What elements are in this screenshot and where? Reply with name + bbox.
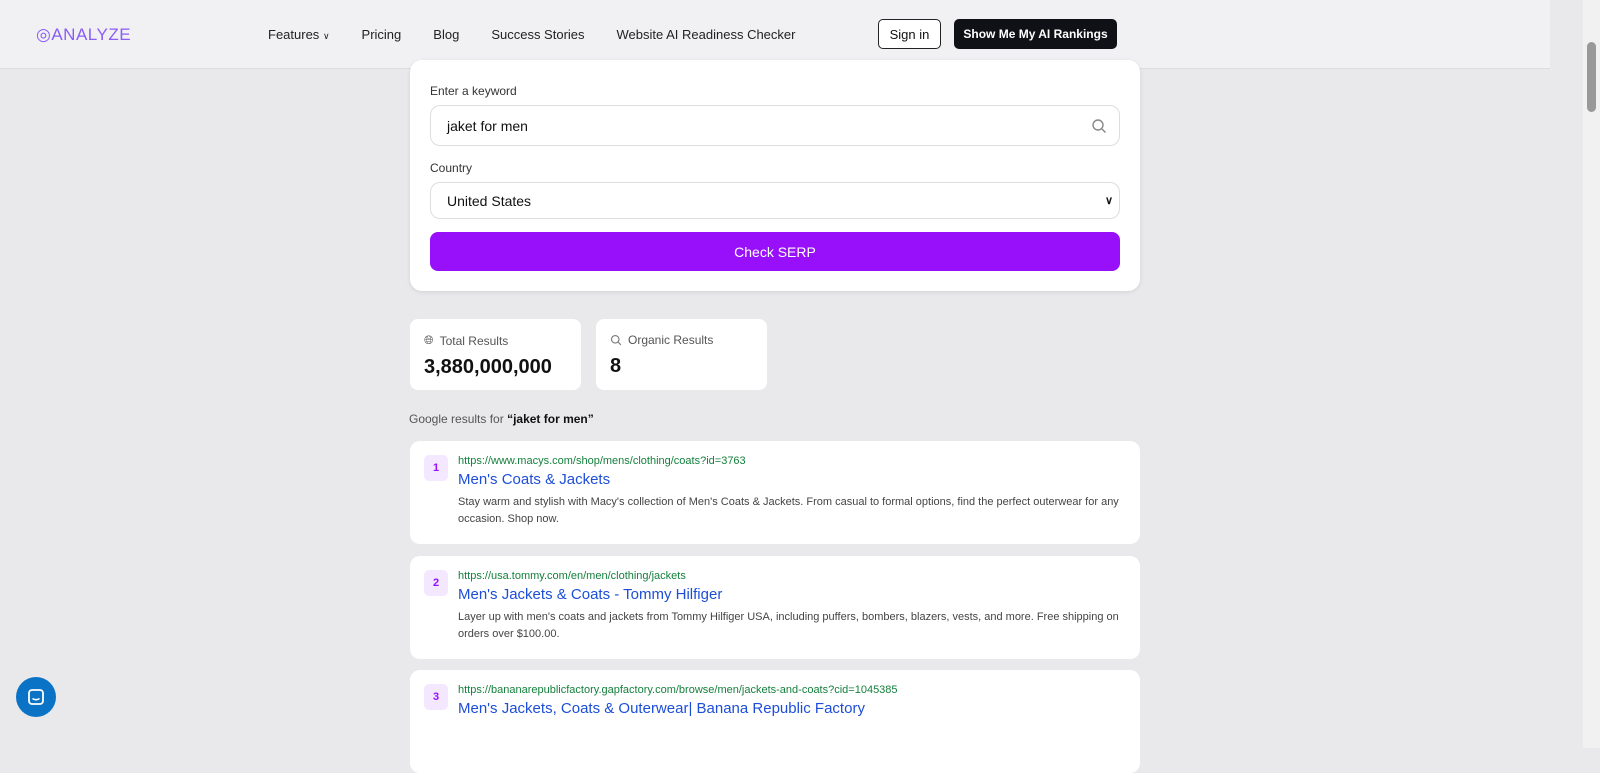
country-label: Country [430, 161, 472, 175]
result-description: Stay warm and stylish with Macy's collec… [458, 494, 1126, 528]
results-heading-query: “jaket for men” [507, 412, 594, 426]
country-select[interactable]: United States ∨ [430, 182, 1120, 219]
globe-icon: 🌐︎ [424, 333, 434, 348]
rank-badge: 1 [424, 455, 448, 481]
nav-features-label: Features [268, 27, 319, 42]
nav-readiness-checker[interactable]: Website AI Readiness Checker [617, 27, 796, 42]
ai-rankings-button[interactable]: Show Me My AI Rankings [954, 19, 1117, 49]
chat-launcher-button[interactable] [16, 677, 56, 717]
search-icon[interactable] [1091, 118, 1107, 134]
result-url[interactable]: https://usa.tommy.com/en/men/clothing/ja… [458, 570, 1126, 582]
stat-label: Total Results [440, 334, 509, 348]
stat-organic-results: Organic Results 8 [596, 319, 767, 390]
stat-value: 8 [610, 355, 753, 378]
scrollbar[interactable] [1583, 0, 1600, 748]
result-title-link[interactable]: Men's Coats & Jackets [458, 471, 1126, 488]
rank-badge: 2 [424, 570, 448, 596]
result-item: 2 https://usa.tommy.com/en/men/clothing/… [410, 556, 1140, 659]
nav-pricing[interactable]: Pricing [362, 27, 402, 42]
result-item: 3 https://bananarepublicfactory.gapfacto… [410, 670, 1140, 773]
nav-blog[interactable]: Blog [433, 27, 459, 42]
search-icon [610, 334, 622, 346]
chat-icon [26, 687, 46, 707]
sign-in-button[interactable]: Sign in [878, 19, 941, 49]
result-title-link[interactable]: Men's Jackets & Coats - Tommy Hilfiger [458, 586, 1126, 603]
result-url[interactable]: https://bananarepublicfactory.gapfactory… [458, 684, 1126, 696]
serp-form: Enter a keyword jaket for men Country Un… [410, 60, 1140, 291]
logo-text: ANALYZE [51, 25, 131, 44]
results-heading-prefix: Google results for [409, 412, 504, 426]
country-value: United States [447, 193, 531, 209]
stat-value: 3,880,000,000 [424, 356, 567, 379]
keyword-label: Enter a keyword [430, 84, 517, 98]
chevron-down-icon: ∨ [1105, 194, 1113, 207]
chevron-down-icon: ∨ [323, 31, 330, 41]
scrollbar-thumb[interactable] [1587, 42, 1596, 112]
keyword-value: jaket for men [447, 118, 528, 134]
stat-total-results: 🌐︎ Total Results 3,880,000,000 [410, 319, 581, 390]
rank-badge: 3 [424, 684, 448, 710]
nav-features[interactable]: Features ∨ [268, 27, 330, 42]
result-title-link[interactable]: Men's Jackets, Coats & Outerwear| Banana… [458, 700, 1126, 717]
top-nav: ◎ANALYZE Features ∨ Pricing Blog Success… [0, 0, 1550, 69]
keyword-input[interactable]: jaket for men [430, 105, 1120, 146]
logo[interactable]: ◎ANALYZE [36, 25, 131, 45]
nav-success-stories[interactable]: Success Stories [491, 27, 584, 42]
result-description: Layer up with men's coats and jackets fr… [458, 609, 1126, 643]
check-serp-button[interactable]: Check SERP [430, 232, 1120, 271]
stat-label: Organic Results [628, 333, 713, 347]
result-item: 1 https://www.macys.com/shop/mens/clothi… [410, 441, 1140, 544]
result-url[interactable]: https://www.macys.com/shop/mens/clothing… [458, 455, 1126, 467]
results-heading: Google results for “jaket for men” [409, 412, 594, 426]
